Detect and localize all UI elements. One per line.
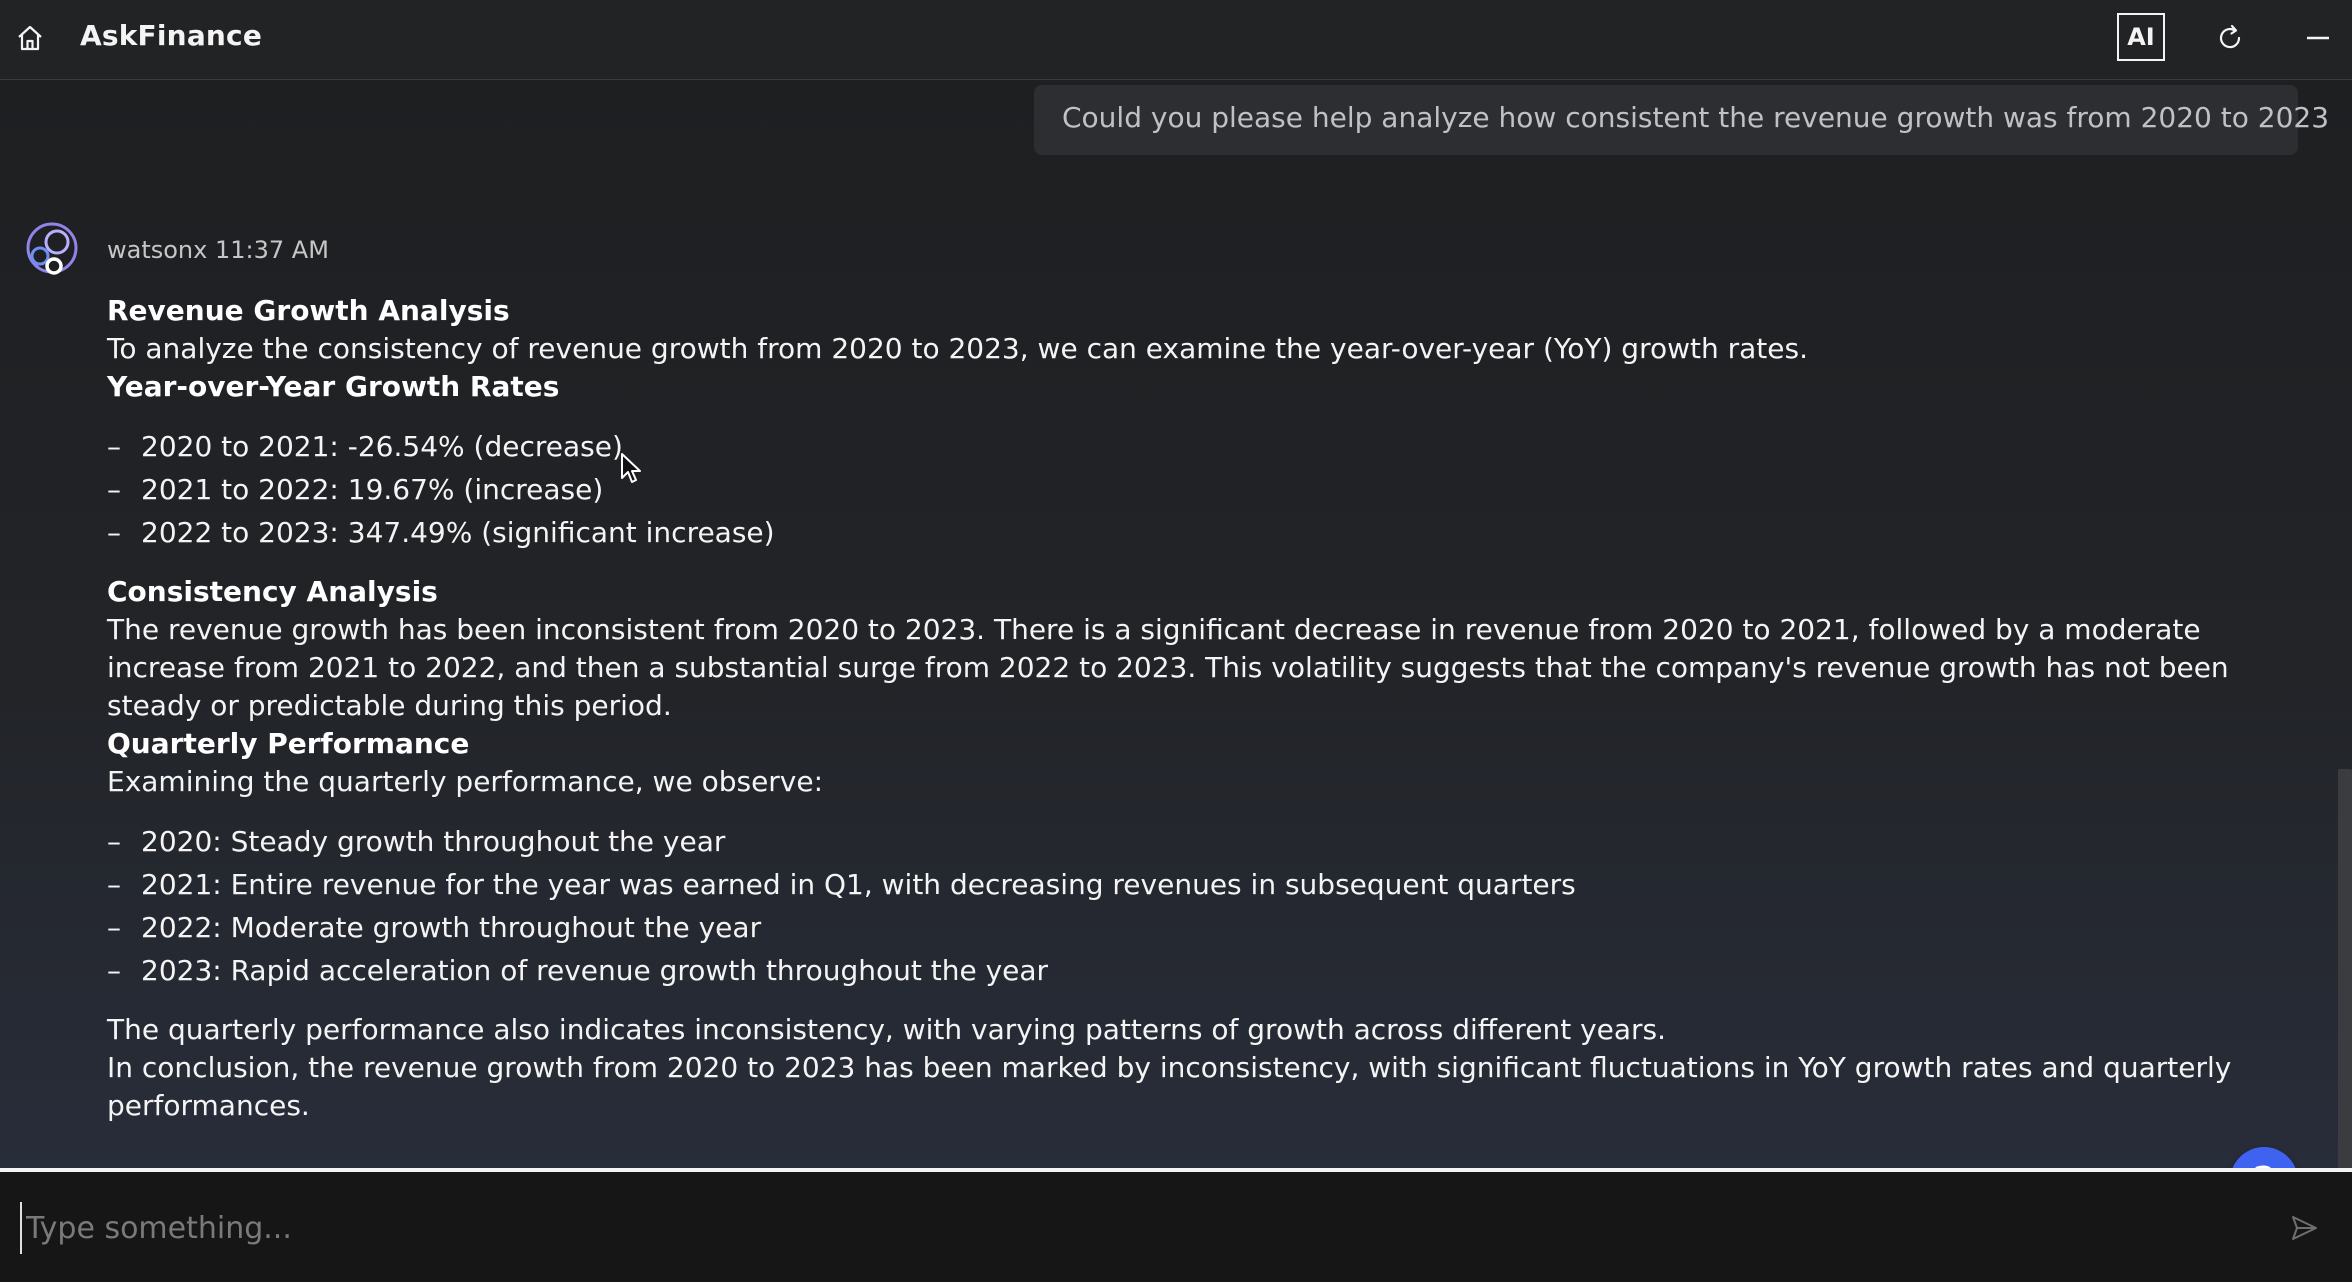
- message-input[interactable]: [20, 1202, 2268, 1254]
- list-dash: –: [107, 825, 121, 858]
- watsonx-avatar-icon: [24, 220, 84, 280]
- minimize-icon: [2303, 23, 2333, 57]
- heading-yoy: Year-over-Year Growth Rates: [107, 370, 560, 403]
- list-dash: –: [107, 516, 121, 549]
- message-meta: watsonx 11:37 AM: [107, 236, 329, 264]
- help-button[interactable]: ?: [2230, 1147, 2298, 1169]
- list-dash: –: [107, 430, 121, 463]
- send-icon: [2289, 1213, 2319, 1247]
- list-item: –2020 to 2021: -26.54% (decrease): [107, 425, 2307, 468]
- sender-name: watsonx: [107, 236, 208, 264]
- minimize-button[interactable]: [2296, 18, 2340, 62]
- consistency-paragraph: The revenue growth has been inconsistent…: [107, 613, 2229, 722]
- heading-consistency: Consistency Analysis: [107, 575, 438, 608]
- list-item: –2021: Entire revenue for the year was e…: [107, 863, 2307, 906]
- list-item: –2022 to 2023: 347.49% (significant incr…: [107, 511, 2307, 554]
- home-button[interactable]: [10, 20, 50, 60]
- quarterly-summary: The quarterly performance also indicates…: [107, 1013, 1667, 1046]
- list-dash: –: [107, 868, 121, 901]
- quarterly-list: –2020: Steady growth throughout the year…: [107, 820, 2307, 992]
- list-item: –2022: Moderate growth throughout the ye…: [107, 906, 2307, 949]
- heading-quarterly: Quarterly Performance: [107, 727, 470, 760]
- list-item: –2023: Rapid acceleration of revenue gro…: [107, 949, 2307, 992]
- list-item: –2020: Steady growth throughout the year: [107, 820, 2307, 863]
- ai-button[interactable]: AI: [2117, 13, 2165, 61]
- chat-scrollbar[interactable]: [2338, 769, 2352, 1169]
- conclusion-paragraph: In conclusion, the revenue growth from 2…: [107, 1051, 2232, 1122]
- message-time: 11:37 AM: [215, 236, 329, 264]
- home-icon: [15, 23, 45, 57]
- quarterly-intro: Examining the quarterly performance, we …: [107, 765, 824, 798]
- header-bar: AskFinance AI: [0, 0, 2352, 80]
- user-message: Could you please help analyze how consis…: [1034, 85, 2329, 155]
- refresh-icon: [2215, 23, 2245, 57]
- send-button[interactable]: [2284, 1210, 2324, 1250]
- list-item: –2021 to 2022: 19.67% (increase): [107, 468, 2307, 511]
- refresh-button[interactable]: [2208, 18, 2252, 62]
- list-dash: –: [107, 911, 121, 944]
- list-dash: –: [107, 954, 121, 987]
- app-title: AskFinance: [80, 19, 263, 52]
- assistant-message: Revenue Growth Analysis To analyze the c…: [107, 292, 2307, 1125]
- list-dash: –: [107, 473, 121, 506]
- input-bar: [0, 1172, 2352, 1282]
- chat-area: Could you please help analyze how consis…: [0, 81, 2352, 1169]
- app-window: AskFinance AI Could you please help anal…: [0, 0, 2352, 1282]
- intro-paragraph: To analyze the consistency of revenue gr…: [107, 332, 1808, 365]
- heading-revenue-growth: Revenue Growth Analysis: [107, 294, 510, 327]
- yoy-list: –2020 to 2021: -26.54% (decrease) –2021 …: [107, 425, 2307, 554]
